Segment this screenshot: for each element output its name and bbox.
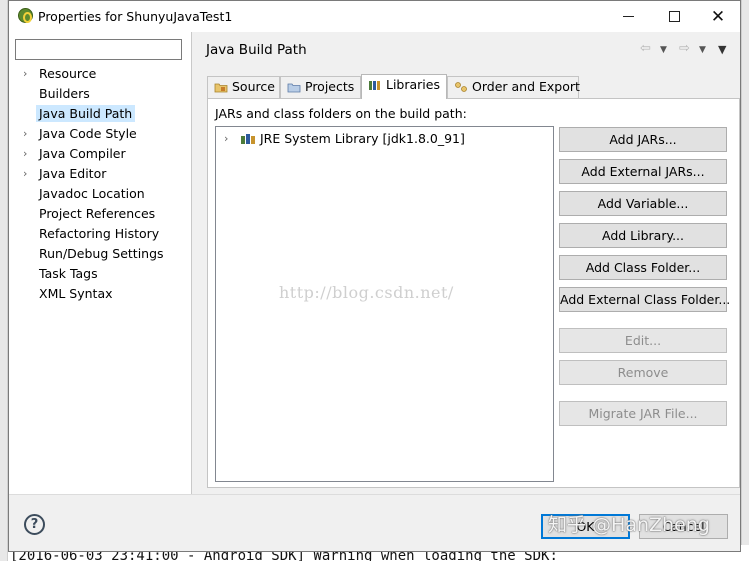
maximize-icon bbox=[668, 11, 680, 22]
chevron-right-icon[interactable]: › bbox=[23, 124, 27, 144]
minimize-icon bbox=[622, 16, 634, 17]
jars-label: JARs and class folders on the build path… bbox=[215, 106, 467, 121]
nav-item-task-tags[interactable]: Task Tags bbox=[9, 264, 191, 284]
add-external-class-folder-button[interactable]: Add External Class Folder... bbox=[559, 287, 730, 312]
nav-item-java-editor[interactable]: › Java Editor bbox=[9, 164, 191, 184]
chevron-right-icon[interactable]: › bbox=[224, 130, 228, 148]
dialog-client-area: › Resource Builders Java Build Path › Java… bbox=[9, 32, 740, 494]
nav-item-java-build-path[interactable]: Java Build Path bbox=[9, 104, 191, 124]
add-variable-button[interactable]: Add Variable... bbox=[559, 191, 727, 216]
blog-watermark: http://blog.csdn.net/ bbox=[279, 283, 454, 302]
nav-item-resource[interactable]: › Resource bbox=[9, 64, 191, 84]
library-tree[interactable]: › JRE System Library [jdk1.8.0_91] http:… bbox=[215, 126, 554, 482]
nav-item-java-code-style[interactable]: › Java Code Style bbox=[9, 124, 191, 144]
nav-item-xml-syntax[interactable]: XML Syntax bbox=[9, 284, 191, 304]
chevron-right-icon[interactable]: › bbox=[23, 144, 27, 164]
nav-item-java-compiler[interactable]: › Java Compiler bbox=[9, 144, 191, 164]
libraries-tab-panel: JARs and class folders on the build path… bbox=[207, 98, 740, 488]
maximize-button[interactable] bbox=[651, 1, 697, 32]
nav-item-refactoring-history[interactable]: Refactoring History bbox=[9, 224, 191, 244]
back-history-dropdown-icon[interactable]: ▼ bbox=[660, 45, 667, 55]
tree-item-jre-system-library[interactable]: › JRE System Library [jdk1.8.0_91] bbox=[220, 130, 465, 148]
build-path-tabs: Source Projects Libraries Order and Expo… bbox=[207, 74, 727, 99]
chevron-right-icon[interactable]: › bbox=[23, 64, 27, 84]
order-export-icon bbox=[455, 82, 467, 92]
background-window-edge-left bbox=[0, 0, 8, 561]
tab-source[interactable]: Source bbox=[207, 76, 280, 98]
back-arrow-icon[interactable]: ⇦ bbox=[640, 41, 651, 56]
add-class-folder-button[interactable]: Add Class Folder... bbox=[559, 255, 727, 280]
add-external-jars-button[interactable]: Add External JARs... bbox=[559, 159, 727, 184]
property-nav-tree: › Resource Builders Java Build Path › Java… bbox=[9, 64, 191, 304]
tab-libraries[interactable]: Libraries bbox=[361, 74, 447, 99]
source-folder-icon bbox=[214, 83, 228, 93]
tab-order-and-export[interactable]: Order and Export bbox=[447, 76, 580, 98]
filter-input[interactable] bbox=[15, 39, 182, 60]
view-menu-icon[interactable]: ▼ bbox=[718, 43, 726, 56]
nav-item-project-references[interactable]: Project References bbox=[9, 204, 191, 224]
title-bar[interactable]: Properties for ShunyuJavaTest1 ✕ bbox=[9, 1, 740, 32]
properties-dialog: Properties for ShunyuJavaTest1 ✕ › Resour… bbox=[8, 0, 741, 552]
tab-projects[interactable]: Projects bbox=[280, 76, 361, 98]
property-page: Java Build Path ⇦ ▼ ⇨ ▼ ▼ Source Project… bbox=[193, 32, 740, 494]
minimize-button[interactable] bbox=[605, 1, 651, 32]
forward-arrow-icon[interactable]: ⇨ bbox=[679, 41, 690, 56]
zhihu-watermark: 知乎 @HanZheng bbox=[548, 514, 710, 536]
remove-button[interactable]: Remove bbox=[559, 360, 727, 385]
background-window-edge-right bbox=[741, 0, 749, 561]
close-button[interactable]: ✕ bbox=[695, 1, 741, 32]
nav-item-builders[interactable]: Builders bbox=[9, 84, 191, 104]
page-title: Java Build Path bbox=[206, 42, 307, 58]
chevron-right-icon[interactable]: › bbox=[23, 164, 27, 184]
add-library-button[interactable]: Add Library... bbox=[559, 223, 727, 248]
forward-history-dropdown-icon[interactable]: ▼ bbox=[699, 45, 706, 55]
migrate-jar-file-button[interactable]: Migrate JAR File... bbox=[559, 401, 727, 426]
nav-item-run-debug-settings[interactable]: Run/Debug Settings bbox=[9, 244, 191, 264]
edit-button[interactable]: Edit... bbox=[559, 328, 727, 353]
eclipse-icon bbox=[18, 8, 33, 23]
libraries-icon bbox=[369, 81, 380, 90]
window-title: Properties for ShunyuJavaTest1 bbox=[38, 9, 233, 24]
add-jars-button[interactable]: Add JARs... bbox=[559, 127, 727, 152]
property-page-list: › Resource Builders Java Build Path › Java… bbox=[9, 32, 192, 494]
close-icon: ✕ bbox=[710, 6, 726, 27]
library-icon bbox=[241, 134, 255, 144]
projects-icon bbox=[287, 83, 301, 93]
help-icon[interactable]: ? bbox=[24, 514, 45, 535]
nav-item-javadoc-location[interactable]: Javadoc Location bbox=[9, 184, 191, 204]
